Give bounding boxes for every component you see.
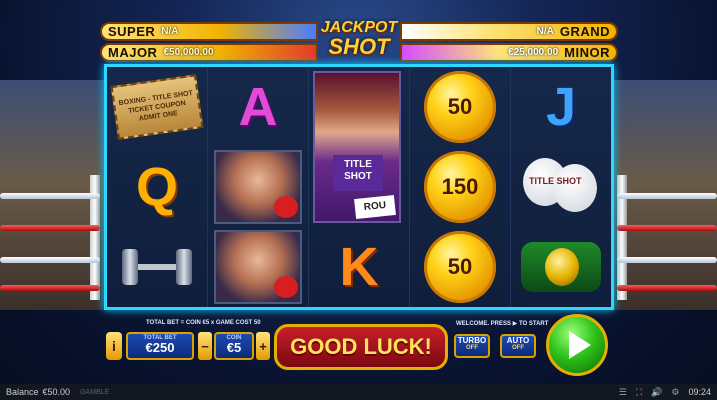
boxing-ring-ropes-right xyxy=(617,175,717,300)
symbol-dumbbell xyxy=(107,227,207,307)
symbol-boxer xyxy=(208,227,308,307)
brand-label: GAMBLE xyxy=(80,388,110,396)
coin-icon: 50 xyxy=(424,231,496,303)
jackpot-minor: €25,000.00 MINOR xyxy=(400,43,618,62)
jackpot-grand: N/A GRAND xyxy=(400,22,618,41)
jackpot-grand-value: N/A xyxy=(536,26,554,37)
symbol-gloves: TITLE SHOT xyxy=(511,147,611,227)
play-icon xyxy=(569,331,591,359)
jackpot-super-value: N/A xyxy=(161,26,179,37)
control-bar: TOTAL BET = COIN €5 x GAME COST 50 i TOT… xyxy=(100,314,620,380)
logo-line-2: SHOT xyxy=(328,34,390,59)
coin-increase-button[interactable]: + xyxy=(256,332,270,360)
symbol-k: K xyxy=(309,227,409,307)
symbol-coin: 150 xyxy=(410,147,510,227)
menu-icon[interactable]: ☰ xyxy=(619,387,627,398)
reel-2: A xyxy=(208,67,309,307)
ring-girl-icon: TITLE SHOT ROU xyxy=(313,71,401,223)
total-bet-value: €250 xyxy=(145,340,175,355)
jackpot-super: SUPER N/A xyxy=(100,22,318,41)
jackpot-major-value: €50,000.00 xyxy=(163,47,214,58)
dumbbell-icon xyxy=(118,249,196,285)
boxing-ring-ropes-left xyxy=(0,175,100,300)
coin-icon: 150 xyxy=(424,151,496,223)
jackpot-shot-logo: JACKPOT SHOT xyxy=(314,18,404,66)
sound-icon[interactable]: 🔊 xyxy=(651,387,662,398)
settings-icon[interactable]: ⚙ xyxy=(671,387,679,398)
coin-display: COIN €5 xyxy=(214,332,254,360)
symbol-coin: 50 xyxy=(410,227,510,307)
balance-value: €50.00 xyxy=(42,387,71,397)
jackpot-super-name: SUPER xyxy=(108,24,156,39)
reel-grid: BOXING - TITLE SHOT TICKET COUPON ADMIT … xyxy=(104,64,614,310)
info-button[interactable]: i xyxy=(106,332,122,360)
symbol-boxer xyxy=(208,147,308,227)
auto-toggle[interactable]: AUTO OFF xyxy=(500,334,536,358)
turbo-state: OFF xyxy=(466,345,478,351)
turbo-toggle[interactable]: TURBO OFF xyxy=(454,334,490,358)
reel-1: BOXING - TITLE SHOT TICKET COUPON ADMIT … xyxy=(107,67,208,307)
jackpot-minor-value: €25,000.00 xyxy=(508,47,559,58)
jackpot-major: MAJOR €50,000.00 xyxy=(100,43,318,62)
reel-4: 50 150 50 xyxy=(410,67,511,307)
welcome-message: WELCOME. PRESS ▶ TO START xyxy=(456,321,549,327)
clock-time: 09:24 xyxy=(688,387,711,397)
balance-label: Balance xyxy=(6,387,39,397)
boxing-gloves-icon: TITLE SHOT xyxy=(521,154,601,220)
coin-value: €5 xyxy=(226,340,242,355)
reel-3: TITLE SHOT ROU K xyxy=(309,67,410,307)
jackpot-grand-name: GRAND xyxy=(559,24,610,39)
letter-q-icon: Q xyxy=(135,157,178,217)
symbol-a: A xyxy=(208,67,308,147)
spin-button[interactable] xyxy=(546,314,608,376)
symbol-q: Q xyxy=(107,147,207,227)
symbol-belt xyxy=(511,227,611,307)
championship-belt-icon xyxy=(521,242,601,292)
fullscreen-icon[interactable]: ⛶ xyxy=(636,387,642,398)
ticket-icon: BOXING - TITLE SHOT TICKET COUPON ADMIT … xyxy=(110,74,204,140)
round-card: ROU xyxy=(354,194,396,220)
symbol-coin: 50 xyxy=(410,67,510,147)
jackpot-minor-name: MINOR xyxy=(564,45,610,60)
message-panel: GOOD LUCK! xyxy=(274,324,448,370)
jackpot-major-name: MAJOR xyxy=(108,45,158,60)
total-bet-formula: TOTAL BET = COIN €5 x GAME COST 50 xyxy=(146,320,261,326)
gloves-label: TITLE SHOT xyxy=(529,176,582,186)
coin-decrease-button[interactable]: − xyxy=(198,332,212,360)
symbol-j: J xyxy=(511,67,611,147)
turbo-label: TURBO xyxy=(457,336,487,345)
auto-state: OFF xyxy=(512,345,524,351)
letter-j-icon: J xyxy=(545,77,577,137)
auto-label: AUTO xyxy=(506,336,530,345)
symbol-ticket: BOXING - TITLE SHOT TICKET COUPON ADMIT … xyxy=(107,67,207,147)
boxer-icon xyxy=(214,150,302,224)
jackpot-header: SUPER N/A MAJOR €50,000.00 JACKPOT SHOT … xyxy=(100,20,618,64)
reel-5: J TITLE SHOT xyxy=(511,67,611,307)
letter-a-icon: A xyxy=(238,77,278,137)
coin-icon: 50 xyxy=(424,71,496,143)
status-right-group: ☰ ⛶ 🔊 ⚙ 09:24 xyxy=(619,387,711,398)
letter-k-icon: K xyxy=(339,237,379,297)
ring-girl-shirt: TITLE SHOT xyxy=(333,155,383,191)
boxer-icon xyxy=(214,230,302,304)
status-bar: Balance €50.00 GAMBLE ☰ ⛶ 🔊 ⚙ 09:24 xyxy=(0,384,717,400)
total-bet-display: TOTAL BET €250 xyxy=(126,332,194,360)
